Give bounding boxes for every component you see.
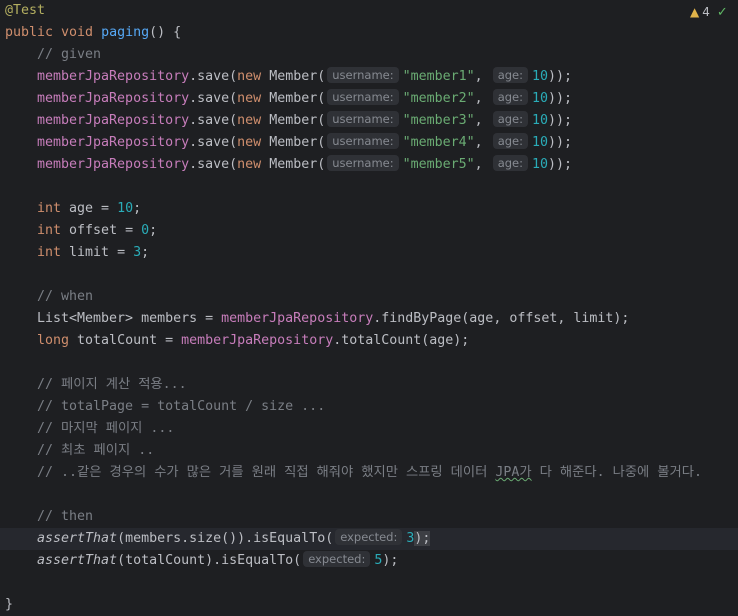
closing-brace: } — [5, 597, 14, 612]
assert-size-line: assertThat(members.size()).isEqualTo(exp… — [37, 529, 431, 546]
parameter-hint: age: — [492, 133, 528, 149]
parameter-hint: expected: — [303, 551, 371, 567]
save-call-line: memberJpaRepository.save(new Member(user… — [37, 111, 573, 128]
comment-then: // then — [37, 509, 94, 524]
inspection-widget[interactable]: ▲ 4 ✓ — [690, 3, 728, 21]
variable-declaration: int age = 10; — [37, 201, 142, 216]
comment-line: // 최초 페이지 .. — [37, 443, 155, 458]
parameter-hint: age: — [492, 67, 528, 83]
parameter-hint: username: — [327, 155, 399, 171]
comment-when: // when — [37, 289, 94, 304]
warning-count: 4 — [702, 5, 710, 19]
comment-line-long: // ..같은 경우의 수가 많은 거를 원래 직접 해줘야 했지만 스프링 데… — [37, 465, 703, 480]
warning-triangle-icon: ▲ — [690, 5, 700, 19]
parameter-hint: expected: — [335, 529, 403, 545]
variable-declaration: int offset = 0; — [37, 223, 158, 238]
variable-declaration: int limit = 3; — [37, 245, 150, 260]
code-editor[interactable]: ▲ 4 ✓ @Test public void paging() { // gi… — [0, 0, 738, 616]
assert-count-line: assertThat(totalCount).isEqualTo(expecte… — [37, 551, 399, 568]
save-call-line: memberJpaRepository.save(new Member(user… — [37, 133, 573, 150]
annotation-line: @Test — [5, 3, 46, 18]
parameter-hint: age: — [492, 155, 528, 171]
parameter-hint: age: — [492, 89, 528, 105]
parameter-hint: age: — [492, 111, 528, 127]
save-call-line: memberJpaRepository.save(new Member(user… — [37, 67, 573, 84]
save-call-line: memberJpaRepository.save(new Member(user… — [37, 155, 573, 172]
check-icon: ✓ — [716, 4, 728, 20]
parameter-hint: username: — [327, 133, 399, 149]
comment-given: // given — [37, 47, 102, 62]
total-count-line: long totalCount = memberJpaRepository.to… — [37, 333, 470, 348]
parameter-hint: username: — [327, 89, 399, 105]
parameter-hint: username: — [327, 67, 399, 83]
method-signature: public void paging() { — [5, 25, 182, 40]
comment-line: // 페이지 계산 적용... — [37, 377, 187, 392]
comment-line: // 마지막 페이지 ... — [37, 421, 175, 436]
find-by-page-line: List<Member> members = memberJpaReposito… — [37, 311, 630, 326]
parameter-hint: username: — [327, 111, 399, 127]
save-call-line: memberJpaRepository.save(new Member(user… — [37, 89, 573, 106]
comment-line: // totalPage = totalCount / size ... — [37, 399, 326, 414]
